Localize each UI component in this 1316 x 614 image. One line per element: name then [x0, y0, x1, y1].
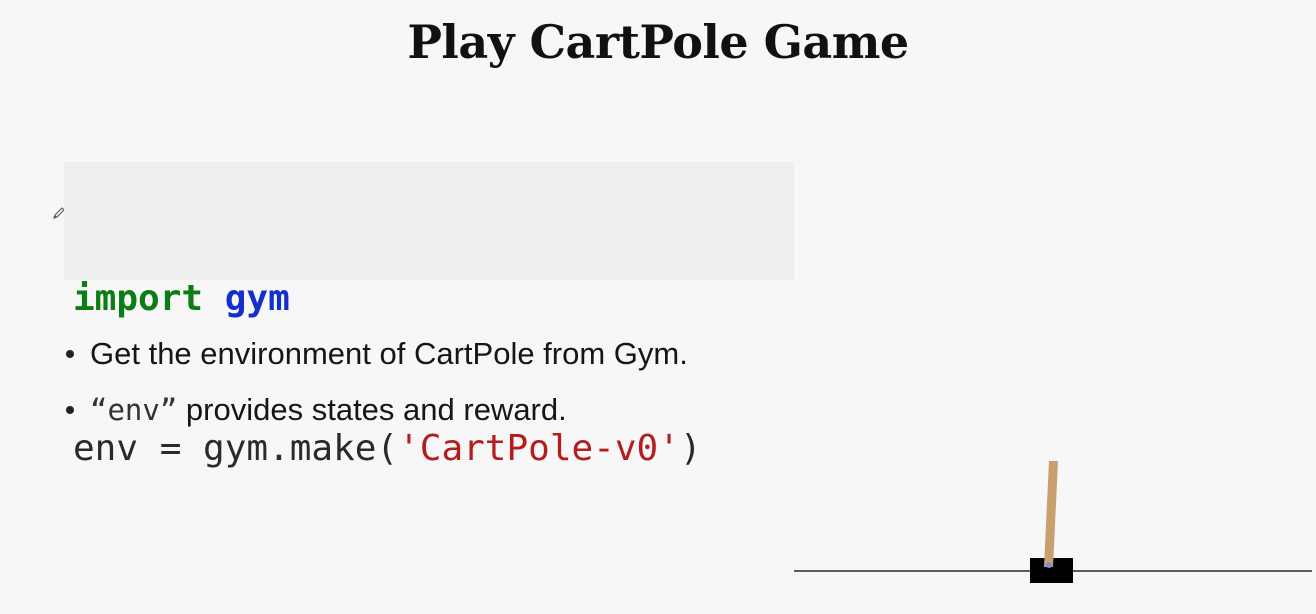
- pole: [1044, 461, 1058, 567]
- slide-title: Play CartPole Game: [407, 15, 909, 69]
- bullet-item-environment: Get the environment of CartPole from Gym…: [66, 326, 688, 382]
- cartpole-render: [794, 461, 1312, 583]
- code-line-import: import gym: [73, 274, 794, 324]
- import-keyword: import: [73, 278, 204, 319]
- bullet-item-env: “env” provides states and reward.: [66, 382, 688, 438]
- module-name: gym: [224, 278, 290, 319]
- code-block: import gym env = gym.make('CartPole-v0'): [64, 162, 794, 469]
- bullet-text: provides states and reward.: [177, 392, 567, 427]
- env-inline-code: “env”: [90, 393, 178, 427]
- bullet-list: Get the environment of CartPole from Gym…: [66, 326, 688, 438]
- bullet-text: Get the environment of CartPole from Gym…: [90, 336, 688, 371]
- pole-axle: [1046, 562, 1052, 568]
- bullet-dot: [66, 406, 74, 414]
- bullet-dot: [66, 350, 74, 358]
